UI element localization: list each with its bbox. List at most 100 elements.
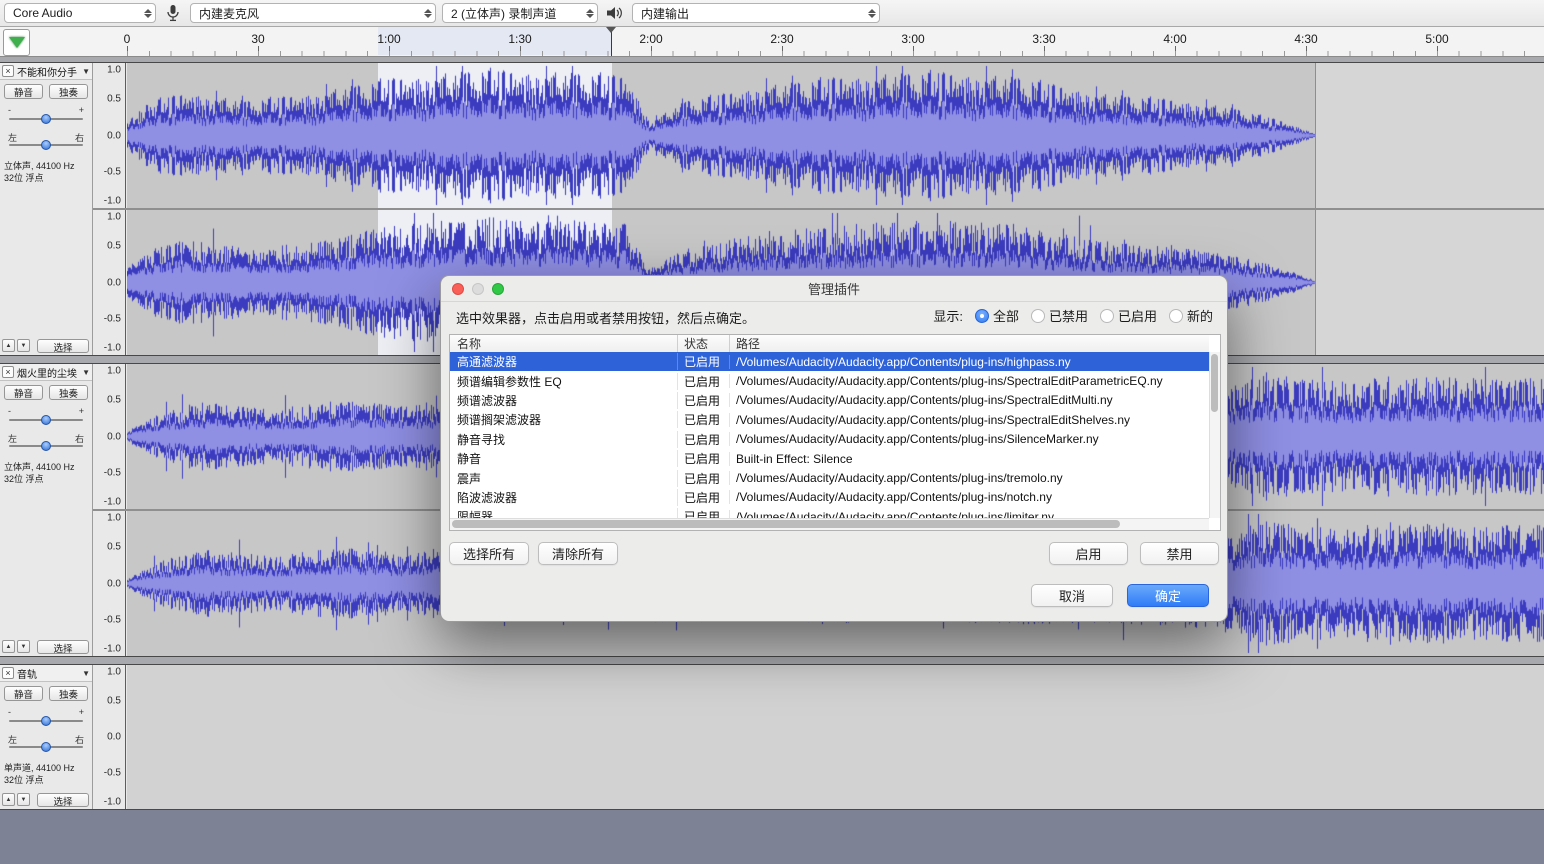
minimize-window-button[interactable] <box>472 283 484 295</box>
column-header-name[interactable]: 名称 <box>450 335 677 352</box>
mute-button[interactable]: 静音 <box>4 84 43 99</box>
show-label: 显示: <box>933 306 963 325</box>
plugin-row[interactable]: 频谱滤波器已启用/Volumes/Audacity/Audacity.app/C… <box>450 391 1209 410</box>
track-title[interactable]: 烟火里的尘埃 <box>17 365 82 380</box>
audio-host-value: Core Audio <box>13 6 72 20</box>
cell-path: /Volumes/Audacity/Audacity.app/Contents/… <box>729 393 1209 407</box>
slider-thumb[interactable] <box>41 716 51 726</box>
cell-path: /Volumes/Audacity/Audacity.app/Contents/… <box>729 471 1209 485</box>
collapse-button[interactable]: ▲ <box>2 640 15 653</box>
select-button[interactable]: 选择 <box>37 793 89 807</box>
clear-all-button[interactable]: 清除所有 <box>538 542 618 565</box>
track-menu-caret-icon[interactable]: ▼ <box>82 669 90 678</box>
cell-name: 陷波滤波器 <box>450 489 677 506</box>
filter-radio[interactable]: 全部 <box>975 306 1019 325</box>
track-waveform[interactable] <box>127 63 1544 208</box>
mute-button[interactable]: 静音 <box>4 385 43 400</box>
solo-button[interactable]: 独奏 <box>49 686 88 701</box>
slider-thumb[interactable] <box>41 441 51 451</box>
track-menu-caret-icon[interactable]: ▼ <box>82 368 90 377</box>
slider-thumb[interactable] <box>41 140 51 150</box>
vertical-scrollbar[interactable] <box>1209 352 1220 518</box>
channel-divider <box>92 208 1544 210</box>
cell-path: Built-in Effect: Silence <box>729 452 1209 466</box>
vertical-scale-label: -0.5 <box>104 313 121 324</box>
column-header-path[interactable]: 路径 <box>729 335 1209 352</box>
track-close-button[interactable]: × <box>2 366 14 378</box>
collapse-button[interactable]: ▲ <box>2 339 15 352</box>
plugin-row[interactable]: 限幅器已启用/Volumes/Audacity/Audacity.app/Con… <box>450 507 1209 518</box>
solo-button[interactable]: 独奏 <box>49 385 88 400</box>
vertical-scale-label: 0.0 <box>107 277 121 288</box>
cell-state: 已启用 <box>677 450 729 467</box>
plugin-row[interactable]: 静音寻找已启用/Volumes/Audacity/Audacity.app/Co… <box>450 430 1209 449</box>
gain-slider[interactable]: - + <box>6 406 86 428</box>
plugin-row[interactable]: 高通滤波器已启用/Volumes/Audacity/Audacity.app/C… <box>450 352 1209 371</box>
filter-radio[interactable]: 已禁用 <box>1031 306 1088 325</box>
playback-device-value: 内建输出 <box>641 5 689 22</box>
track-title[interactable]: 不能和你分手 <box>17 64 82 79</box>
track-close-button[interactable]: × <box>2 65 14 77</box>
playhead-marker[interactable] <box>611 27 612 56</box>
playback-device-select[interactable]: 内建输出 <box>632 3 880 23</box>
vertical-scale-label: -1.0 <box>104 195 121 206</box>
collapse-button[interactable]: ▲ <box>2 793 15 806</box>
slider-thumb[interactable] <box>41 742 51 752</box>
pan-left-label: 左 <box>8 131 17 144</box>
cancel-button[interactable]: 取消 <box>1031 584 1113 607</box>
select-button[interactable]: 选择 <box>37 640 89 654</box>
filter-radio[interactable]: 已启用 <box>1100 306 1157 325</box>
vertical-scale-label: 0.5 <box>107 241 121 252</box>
timeline-ruler[interactable]: 0301:001:302:002:303:003:304:004:305:00 <box>0 27 1544 57</box>
waveform-canvas[interactable] <box>127 63 1315 208</box>
track-close-button[interactable]: × <box>2 667 14 679</box>
plugin-row[interactable]: 频谱编辑参数性 EQ已启用/Volumes/Audacity/Audacity.… <box>450 371 1209 390</box>
plugin-row[interactable]: 静音已启用Built-in Effect: Silence <box>450 449 1209 468</box>
pan-slider[interactable]: 左 右 <box>6 432 86 454</box>
column-header-state[interactable]: 状态 <box>677 335 729 352</box>
disable-button[interactable]: 禁用 <box>1140 542 1219 565</box>
track-waveform[interactable] <box>127 665 1544 809</box>
solo-button[interactable]: 独奏 <box>49 84 88 99</box>
pan-slider[interactable]: 左 右 <box>6 733 86 755</box>
plugin-row[interactable]: 震声已启用/Volumes/Audacity/Audacity.app/Cont… <box>450 468 1209 487</box>
expand-button[interactable]: ▼ <box>17 640 30 653</box>
vertical-ruler: 1.00.50.0-0.5-1.0 <box>92 364 126 509</box>
filter-radio[interactable]: 新的 <box>1169 306 1213 325</box>
vertical-ruler: 1.00.50.0-0.5-1.0 <box>92 511 126 656</box>
expand-button[interactable]: ▼ <box>17 339 30 352</box>
plugin-row[interactable]: 陷波滤波器已启用/Volumes/Audacity/Audacity.app/C… <box>450 488 1209 507</box>
audio-host-select[interactable]: Core Audio <box>4 3 156 23</box>
vertical-scale-label: -0.5 <box>104 614 121 625</box>
recording-channels-select[interactable]: 2 (立体声) 录制声道 <box>442 3 598 23</box>
expand-button[interactable]: ▼ <box>17 793 30 806</box>
gain-slider[interactable]: - + <box>6 105 86 127</box>
track-title[interactable]: 音轨 <box>17 666 82 681</box>
cell-state: 已启用 <box>677 489 729 506</box>
plugin-table-header[interactable]: 名称 状态 路径 <box>450 335 1209 353</box>
close-window-button[interactable] <box>452 283 464 295</box>
slider-thumb[interactable] <box>41 415 51 425</box>
track-menu-caret-icon[interactable]: ▼ <box>82 67 90 76</box>
horizontal-scrollbar[interactable] <box>450 518 1209 530</box>
chevron-updown-icon <box>424 9 432 18</box>
scrollbar-thumb[interactable] <box>452 520 1120 528</box>
scrollbar-thumb[interactable] <box>1211 354 1218 412</box>
slider-thumb[interactable] <box>41 114 51 124</box>
zoom-window-button[interactable] <box>492 283 504 295</box>
radio-icon <box>1100 309 1114 323</box>
cell-state: 已启用 <box>677 470 729 487</box>
mute-button[interactable]: 静音 <box>4 686 43 701</box>
vertical-scale-label: -1.0 <box>104 342 121 353</box>
recording-channels-value: 2 (立体声) 录制声道 <box>451 5 556 22</box>
ok-button[interactable]: 确定 <box>1127 584 1209 607</box>
select-all-button[interactable]: 选择所有 <box>449 542 529 565</box>
pan-right-label: 右 <box>75 733 84 746</box>
enable-button[interactable]: 启用 <box>1049 542 1128 565</box>
select-button[interactable]: 选择 <box>37 339 89 353</box>
timeline-options-button[interactable] <box>3 29 30 56</box>
gain-slider[interactable]: - + <box>6 707 86 729</box>
pan-slider[interactable]: 左 右 <box>6 131 86 153</box>
plugin-row[interactable]: 频谱搁架滤波器已启用/Volumes/Audacity/Audacity.app… <box>450 410 1209 429</box>
recording-device-select[interactable]: 内建麦克风 <box>190 3 436 23</box>
